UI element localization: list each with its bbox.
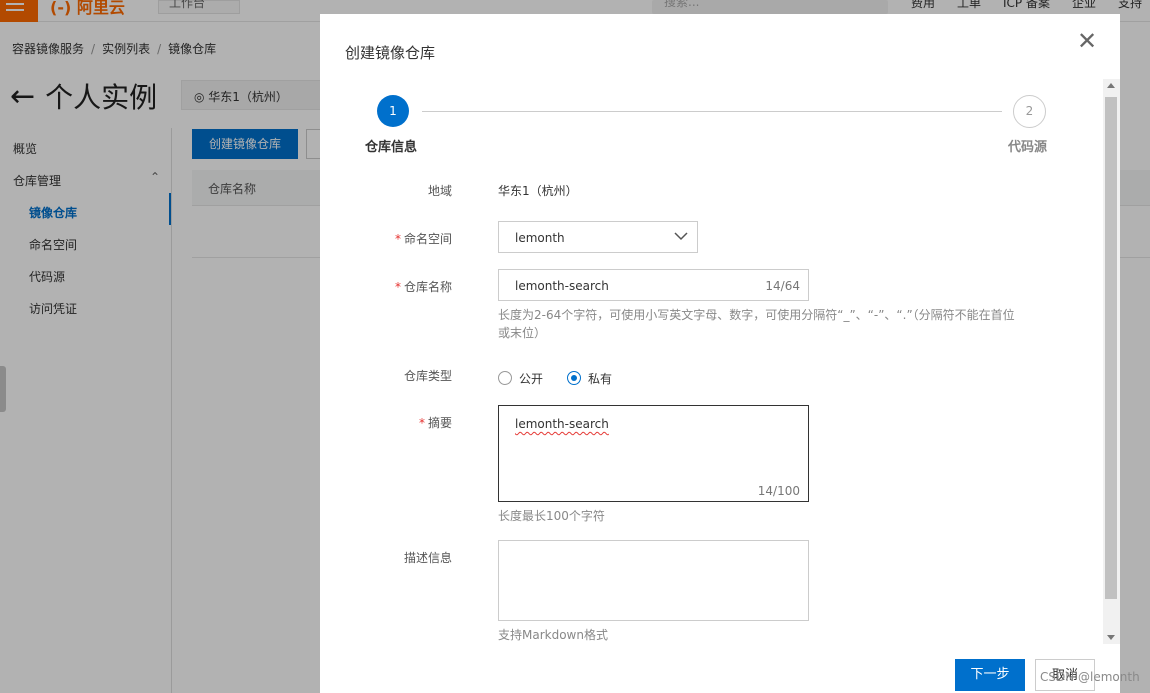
region-field-value: 华东1（杭州） [498,184,578,198]
summary-counter: 14/100 [757,484,800,498]
radio-private-label: 私有 [588,371,613,386]
create-repo-dialog: 创建镜像仓库 ✕ 1 2 仓库信息 代码源 地域 华东1（杭州） * 命名空间 l… [320,14,1120,693]
watermark: CSDN @lemonth [1040,670,1140,684]
next-button[interactable]: 下一步 [955,659,1025,691]
step-1-label: 仓库信息 [365,140,418,155]
dialog-title: 创建镜像仓库 [345,44,436,62]
radio-public[interactable]: 公开 [498,370,543,386]
scroll-down-icon[interactable] [1107,635,1115,640]
summary-textarea[interactable]: lemonth-search 14/100 [498,405,809,502]
namespace-selected-value: lemonth [515,231,565,245]
repo-name-value: lemonth-search [515,279,609,293]
summary-field-label: * 摘要 [418,416,452,430]
step-2-indicator: 2 [1013,95,1046,128]
summary-value: lemonth-search [515,417,609,431]
repo-type-field-label: 仓库类型 [403,369,452,383]
dialog-scrollbar[interactable] [1103,79,1120,644]
scroll-up-icon[interactable] [1107,83,1115,88]
repo-name-hint: 长度为2-64个字符，可使用小写英文字母、数字，可使用分隔符“_”、“-”、“.… [498,308,1015,340]
namespace-field-label: * 命名空间 [394,232,452,246]
radio-public-circle [498,371,512,385]
radio-private-circle [567,371,581,385]
step-1-indicator: 1 [377,95,409,127]
repo-name-counter: 14/64 [765,279,800,293]
step-connector [422,111,1002,112]
description-textarea[interactable] [498,540,809,621]
region-field-label: 地域 [427,184,452,198]
chevron-down-icon [674,232,688,241]
description-hint: 支持Markdown格式 [498,628,608,642]
summary-hint: 长度最长100个字符 [498,509,605,523]
repo-name-input[interactable]: lemonth-search 14/64 [498,269,809,301]
namespace-select[interactable]: lemonth [498,221,698,253]
radio-private[interactable]: 私有 [567,370,612,386]
radio-public-label: 公开 [519,371,544,386]
description-field-label: 描述信息 [403,551,452,565]
repo-name-field-label: * 仓库名称 [394,280,452,294]
close-icon[interactable]: ✕ [1076,29,1098,53]
scrollbar-thumb[interactable] [1105,97,1117,599]
step-2-label: 代码源 [1008,140,1048,155]
